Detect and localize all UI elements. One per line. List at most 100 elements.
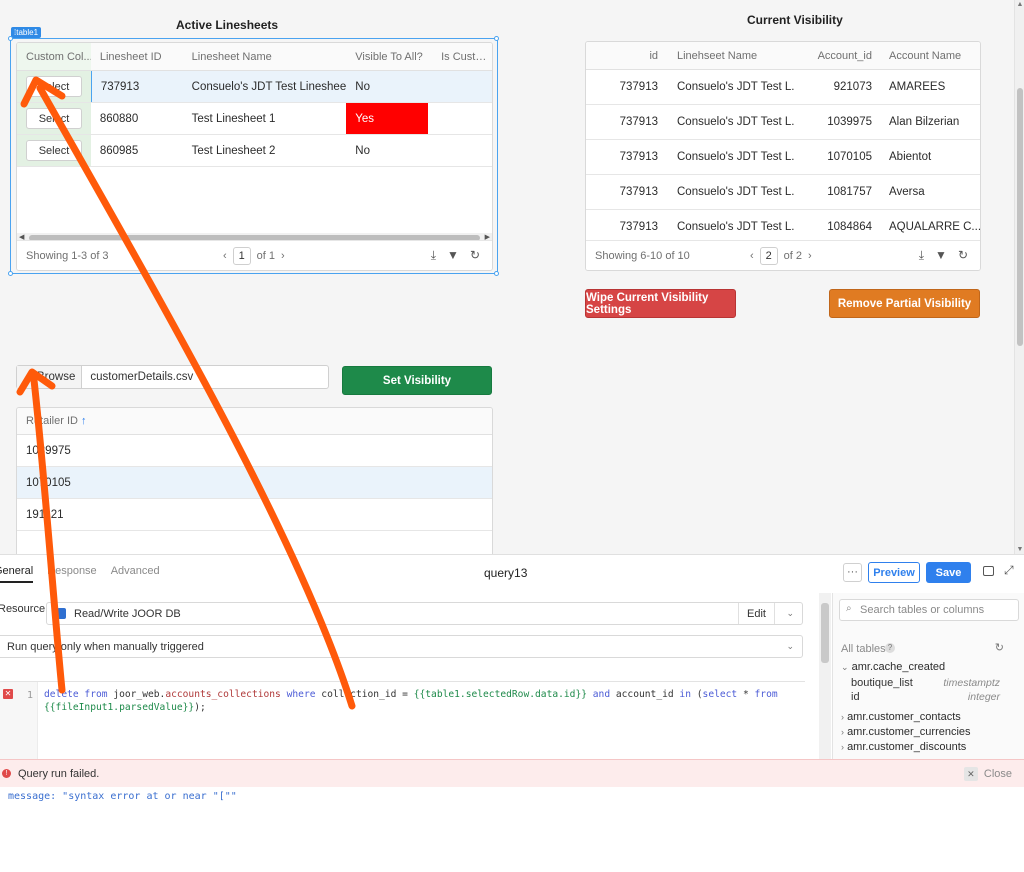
- more-icon: ···: [847, 566, 858, 578]
- column-header[interactable]: Account_id: [794, 50, 880, 62]
- table-cell: Consuelo's JDT Test L...: [677, 221, 794, 233]
- page-total: of 1: [256, 249, 276, 262]
- refresh-icon[interactable]: ↻: [995, 641, 1004, 654]
- table-row[interactable]: Select 860880 Test Linesheet 1 Yes: [17, 103, 492, 135]
- editor-scrollbar[interactable]: [819, 593, 831, 759]
- refresh-icon[interactable]: ↻: [470, 248, 480, 263]
- table-header: Custom Col... Linesheet ID Linesheet Nam…: [17, 43, 492, 71]
- file-name: customerDetails.csv: [90, 371, 194, 383]
- file-input[interactable]: Browse customerDetails.csv: [16, 365, 329, 389]
- scrollbar-thumb[interactable]: [821, 603, 829, 663]
- prev-page-icon[interactable]: ‹: [223, 250, 227, 262]
- filter-icon[interactable]: ▼: [447, 248, 459, 263]
- table-cell: 737913: [90, 71, 183, 102]
- next-page-icon[interactable]: ›: [281, 250, 285, 262]
- column-header[interactable]: Account Name: [880, 50, 980, 62]
- close-icon: ✕: [963, 766, 978, 781]
- resize-handle[interactable]: [494, 36, 499, 41]
- run-mode-select[interactable]: Run query only when manually triggered ⌄: [0, 635, 803, 658]
- wipe-visibility-button[interactable]: Wipe Current Visibility Settings: [585, 289, 736, 318]
- column-header[interactable]: Retailer ID ↑: [17, 415, 217, 427]
- column-name[interactable]: boutique_list: [851, 677, 913, 689]
- scrollbar-thumb[interactable]: [1017, 88, 1023, 346]
- tab-advanced[interactable]: Advanced: [111, 565, 160, 583]
- table-cell: Consuelo's JDT Test L...: [677, 151, 794, 163]
- table-row[interactable]: 191121: [17, 499, 492, 531]
- table-item[interactable]: ⌄ amr.cache_created: [841, 661, 945, 673]
- table-row[interactable]: 1039975: [17, 435, 492, 467]
- prev-page-icon[interactable]: ‹: [750, 250, 754, 262]
- table-name: amr.customer_discounts: [847, 741, 967, 753]
- run-mode-value: Run query only when manually triggered: [7, 640, 204, 653]
- column-header[interactable]: Linehseet Name: [668, 50, 794, 62]
- table-row[interactable]: Select 737913 Consuelo's JDT Test Linesh…: [17, 71, 492, 103]
- table-row[interactable]: 1070105: [17, 467, 492, 499]
- table-cell: 191121: [26, 508, 64, 521]
- sql-editor[interactable]: ✕ 1 delete from joor_web.accounts_collec…: [0, 681, 805, 760]
- select-button[interactable]: Select: [26, 76, 82, 97]
- column-header[interactable]: Custom Col...: [17, 43, 91, 70]
- table-row[interactable]: 737913 Consuelo's JDT Test L... 1070105 …: [586, 140, 980, 175]
- row-count-label: Showing 1-3 of 3: [26, 249, 109, 262]
- save-button[interactable]: Save: [926, 562, 971, 583]
- table1-badge[interactable]: ⁞table1: [11, 27, 42, 38]
- table-name: amr.customer_contacts: [847, 711, 961, 723]
- download-icon[interactable]: ⤓: [919, 248, 924, 263]
- download-icon[interactable]: ⤓: [431, 248, 436, 263]
- resize-handle[interactable]: [494, 271, 499, 276]
- chevron-right-icon: ›: [841, 727, 844, 737]
- set-visibility-button[interactable]: Set Visibility: [342, 366, 492, 395]
- select-button[interactable]: Select: [26, 140, 82, 161]
- scroll-up-icon[interactable]: ▲: [1015, 1, 1024, 8]
- resource-select[interactable]: Read/Write JOOR DB Edit ⌄: [46, 602, 803, 625]
- retailer-table: Retailer ID ↑ 1039975 1070105 191121: [16, 407, 493, 554]
- resize-handle[interactable]: [8, 271, 13, 276]
- table-item[interactable]: › amr.customer_discounts: [841, 741, 966, 753]
- column-header[interactable]: Is Custom?: [432, 51, 492, 63]
- column-type: integer: [967, 691, 1000, 703]
- resize-handle[interactable]: [8, 36, 13, 41]
- filter-icon[interactable]: ▼: [935, 248, 947, 263]
- table-row[interactable]: 737913 Consuelo's JDT Test L... 1081757 …: [586, 175, 980, 210]
- column-header[interactable]: Visible To All?: [346, 51, 432, 63]
- remove-partial-visibility-button[interactable]: Remove Partial Visibility: [829, 289, 980, 318]
- close-label: Close: [983, 767, 1012, 780]
- next-page-icon[interactable]: ›: [808, 250, 812, 262]
- chevron-down-icon[interactable]: ⌄: [786, 641, 794, 652]
- scroll-down-icon[interactable]: ▼: [1015, 546, 1024, 553]
- sort-ascending-icon[interactable]: ↑: [81, 415, 87, 427]
- table-cell: 860985: [99, 144, 139, 157]
- page-number-input[interactable]: 2: [759, 246, 778, 265]
- select-button[interactable]: Select: [26, 108, 82, 129]
- edit-resource-button[interactable]: Edit: [738, 603, 775, 624]
- chevron-down-icon[interactable]: ⌄: [786, 608, 794, 619]
- query-name[interactable]: query13: [484, 566, 527, 580]
- more-options-button[interactable]: ···: [843, 563, 862, 582]
- schema-browser: ⌕ Search tables or columns All tables ? ↻…: [832, 593, 1024, 759]
- column-header[interactable]: id: [586, 50, 668, 62]
- table-row[interactable]: 737913 Consuelo's JDT Test L... 1039975 …: [586, 105, 980, 140]
- table-cell: AMAREES: [889, 81, 946, 93]
- column-header[interactable]: Linesheet ID: [91, 51, 183, 63]
- expand-icon[interactable]: ⤢: [1004, 563, 1014, 578]
- column-name[interactable]: id: [851, 691, 860, 703]
- tab-response[interactable]: Response: [47, 565, 97, 583]
- table-item[interactable]: › amr.customer_contacts: [841, 711, 961, 723]
- canvas-scrollbar[interactable]: ▲ ▼: [1014, 0, 1024, 554]
- page-number-input[interactable]: 1: [232, 246, 251, 265]
- table-row[interactable]: Select 860985 Test Linesheet 2 No: [17, 135, 492, 167]
- sql-code[interactable]: delete from joor_web.accounts_collection…: [44, 688, 778, 714]
- preview-button[interactable]: Preview: [868, 562, 920, 583]
- pagination: ‹ 1 of 1 ›: [223, 246, 285, 265]
- refresh-icon[interactable]: ↻: [958, 248, 968, 263]
- error-marker-icon[interactable]: ✕: [3, 689, 13, 699]
- table-item[interactable]: › amr.customer_currencies: [841, 726, 971, 738]
- panel-layout-icon[interactable]: [983, 566, 994, 576]
- resource-label: Resource: [0, 603, 46, 615]
- close-button[interactable]: ✕ Close: [963, 766, 1012, 781]
- tab-general[interactable]: General: [0, 565, 34, 583]
- browse-button[interactable]: Browse: [17, 366, 83, 388]
- column-header[interactable]: Linesheet Name: [183, 51, 347, 63]
- table-row[interactable]: 737913 Consuelo's JDT Test L... 921073 A…: [586, 70, 980, 105]
- schema-search-input[interactable]: ⌕ Search tables or columns: [839, 599, 1019, 621]
